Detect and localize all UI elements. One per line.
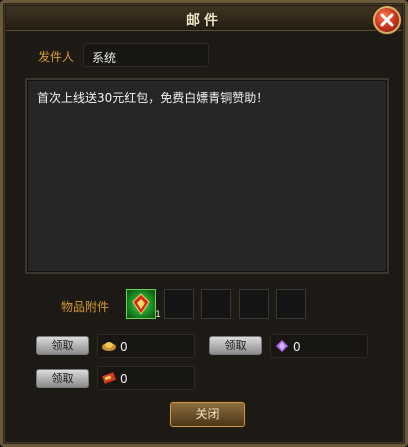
attachment-slot-1[interactable]: 1 <box>126 289 161 320</box>
gold-value: 0 <box>120 340 128 354</box>
sender-value: 系统 <box>92 51 117 65</box>
bonus-field: 0 <box>97 366 195 390</box>
gold-field: 0 <box>97 334 195 358</box>
attachment-slot-3[interactable] <box>201 289 231 319</box>
attachment-slot-5[interactable] <box>276 289 306 319</box>
claim-gem-button[interactable]: 领取 <box>209 336 262 355</box>
attachment-count: 1 <box>155 310 161 320</box>
attachments-label: 物品附件 <box>61 300 110 314</box>
close-window-button[interactable] <box>373 6 401 34</box>
close-icon <box>380 13 394 27</box>
bonus-value: 0 <box>120 372 128 386</box>
message-body: 首次上线送30元红包，免费白嫖青铜赞助！ <box>25 78 389 274</box>
attachment-slot-2[interactable] <box>164 289 194 319</box>
gold-ingot-icon <box>102 342 116 351</box>
window-title: 邮件 <box>186 13 222 29</box>
sender-field: 系统 <box>83 43 209 67</box>
sender-label: 发件人 <box>38 50 75 64</box>
message-text: 首次上线送30元红包，免费白嫖青铜赞助！ <box>37 91 269 105</box>
purple-gem-icon <box>276 340 288 352</box>
mail-window: 邮件 发件人 系统 首次上线送30元红包，免费白嫖青铜赞助！ 物品附件 1 领取… <box>0 0 408 447</box>
attachment-slot-4[interactable] <box>239 289 269 319</box>
red-envelope-icon <box>132 293 150 315</box>
gem-value: 0 <box>293 340 301 354</box>
red-coupon-icon <box>101 372 117 384</box>
claim-bonus-button[interactable]: 领取 <box>36 369 89 388</box>
close-button[interactable]: 关闭 <box>170 402 245 427</box>
claim-gold-button[interactable]: 领取 <box>36 336 89 355</box>
title-bar[interactable]: 邮件 <box>6 6 402 31</box>
gem-field: 0 <box>270 334 368 358</box>
